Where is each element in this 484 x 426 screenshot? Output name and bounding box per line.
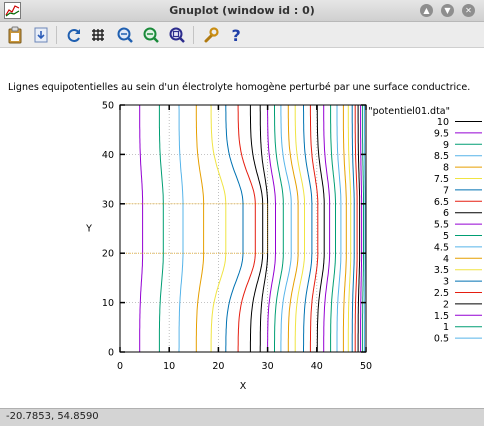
legend-label-6: 6 xyxy=(443,208,449,219)
zoom-next-button[interactable] xyxy=(141,25,161,45)
legend-label-5.5: 5.5 xyxy=(434,220,449,231)
zoom-previous-button[interactable] xyxy=(115,25,135,45)
contour-line xyxy=(158,105,164,352)
contour-line xyxy=(237,105,256,352)
options-button[interactable] xyxy=(201,25,221,45)
contour-line-3 xyxy=(351,105,355,352)
help-icon: ? xyxy=(232,26,241,44)
y-tick-label: 0 xyxy=(108,348,114,359)
x-tick-label: 50 xyxy=(360,361,372,372)
legend-label-9.5: 9.5 xyxy=(434,128,449,139)
window-titlebar: Gnuplot (window id : 0) ▲ ▼ ✕ xyxy=(0,0,484,22)
legend-label-8.5: 8.5 xyxy=(434,151,449,162)
legend-label-10: 10 xyxy=(437,117,449,128)
x-tick-label: 10 xyxy=(163,361,175,372)
refresh-icon xyxy=(67,29,80,42)
copy-to-clipboard-button[interactable] xyxy=(5,25,25,45)
legend-label-4.5: 4.5 xyxy=(434,242,449,253)
zoom-back-icon xyxy=(117,27,133,43)
y-tick-label: 50 xyxy=(102,101,114,112)
y-tick-label: 10 xyxy=(102,298,114,309)
contour-line-1.5 xyxy=(360,105,363,352)
replot-button[interactable] xyxy=(64,25,84,45)
zoom-forward-icon xyxy=(143,27,159,43)
contour-line xyxy=(225,105,244,352)
x-tick-label: 0 xyxy=(117,361,123,372)
contour-line-4.5 xyxy=(336,105,342,352)
contour-line xyxy=(178,105,184,352)
contour-line-10 xyxy=(259,105,269,352)
x-tick-label: 30 xyxy=(262,361,274,372)
legend-title: "potentiel01.dta" xyxy=(368,106,450,117)
y-tick-label: 40 xyxy=(102,150,114,161)
printer-icon xyxy=(34,27,48,43)
contour-line-6 xyxy=(316,105,325,352)
y-tick-label: 30 xyxy=(102,199,114,210)
legend-label-6.5: 6.5 xyxy=(434,197,449,208)
clipboard-icon xyxy=(8,26,22,44)
plot-area[interactable]: Lignes equipotentielles au sein d'un éle… xyxy=(0,48,484,408)
close-icon[interactable]: ✕ xyxy=(462,4,475,17)
print-button[interactable] xyxy=(31,25,51,45)
x-tick-label: 20 xyxy=(212,361,224,372)
toggle-grid-button[interactable] xyxy=(88,25,108,45)
help-button[interactable]: ? xyxy=(226,25,246,45)
legend-label-4: 4 xyxy=(443,254,449,265)
up-arrow-icon[interactable]: ▲ xyxy=(420,4,433,17)
legend-label-2: 2 xyxy=(443,299,449,310)
contour-line xyxy=(195,105,205,352)
legend-label-5: 5 xyxy=(443,231,449,242)
contour-line-3.5 xyxy=(347,105,352,352)
legend-label-1.5: 1.5 xyxy=(434,311,449,322)
legend-label-2.5: 2.5 xyxy=(434,288,449,299)
legend-label-7.5: 7.5 xyxy=(434,174,449,185)
contour-line-7.5 xyxy=(294,105,305,352)
legend-label-7: 7 xyxy=(443,185,449,196)
legend-label-1: 1 xyxy=(443,322,449,333)
status-bar: -20.7853, 54.8590 xyxy=(0,408,484,426)
down-arrow-icon[interactable]: ▼ xyxy=(441,4,454,17)
svg-text:?: ? xyxy=(232,26,241,44)
legend-label-3.5: 3.5 xyxy=(434,265,449,276)
legend-label-3: 3 xyxy=(443,277,449,288)
wrench-icon xyxy=(204,27,219,43)
legend-label-0.5: 0.5 xyxy=(434,334,449,345)
chart: 0 10 20 30 40 50 0 10 20 30 40 50 X Y "potentiel01.dta… xyxy=(85,101,482,392)
zoom-fit-icon xyxy=(169,27,185,43)
contour-line-9.5 xyxy=(267,105,276,352)
contour-line xyxy=(139,105,144,352)
contour-line-8 xyxy=(287,105,299,352)
contour-line-2.5 xyxy=(354,105,358,352)
x-tick-label: 40 xyxy=(311,361,323,372)
legend-label-8: 8 xyxy=(443,163,449,174)
autoscale-button[interactable] xyxy=(167,25,187,45)
contour-line-8.5 xyxy=(280,105,292,352)
contour-line-0.5 xyxy=(364,105,366,352)
y-tick-label: 20 xyxy=(102,249,114,260)
grid-icon xyxy=(92,29,104,41)
contour-line-2 xyxy=(357,105,361,352)
y-axis-label: Y xyxy=(85,224,92,235)
x-axis-label: X xyxy=(240,381,247,392)
contour-line-1 xyxy=(362,105,364,352)
contour-line-4 xyxy=(342,105,347,352)
cursor-coordinates: -20.7853, 54.8590 xyxy=(6,411,99,422)
toolbar-separator xyxy=(193,26,194,44)
toolbar: ? xyxy=(0,22,484,48)
legend-label-9: 9 xyxy=(443,140,449,151)
toolbar-separator xyxy=(56,26,57,44)
window-title: Gnuplot (window id : 0) xyxy=(169,4,315,17)
contour-line-5 xyxy=(330,105,336,352)
